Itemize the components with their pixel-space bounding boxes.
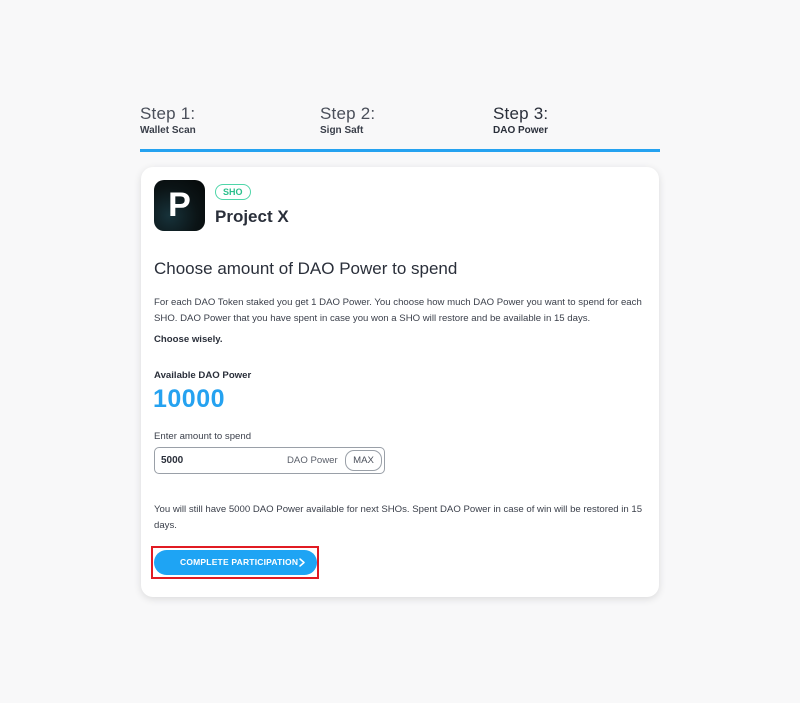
step-subtitle: Sign Saft — [320, 125, 364, 136]
max-button[interactable]: MAX — [345, 450, 382, 471]
chevron-right-icon — [299, 558, 305, 567]
available-power-value: 10000 — [153, 385, 226, 413]
amount-input[interactable] — [161, 452, 271, 468]
step-title: Step 2: — [320, 104, 376, 123]
participation-card: P SHO Project X Choose amount of DAO Pow… — [141, 167, 659, 597]
step-subtitle: DAO Power — [493, 125, 549, 136]
step-progress-line — [140, 149, 660, 152]
step-title: Step 1: — [140, 104, 196, 123]
step-title: Step 3: — [493, 104, 549, 123]
complete-participation-label: COMPLETE PARTICIPATION — [180, 557, 299, 567]
emphasis-text: Choose wisely. — [154, 334, 223, 345]
project-logo-letter: P — [168, 186, 191, 224]
description-text: For each DAO Token staked you get 1 DAO … — [154, 297, 642, 324]
step-dao-power: Step 3: DAO Power — [493, 104, 548, 136]
project-logo: P — [154, 180, 205, 231]
amount-unit: DAO Power — [287, 455, 338, 466]
sho-badge: SHO — [215, 184, 251, 200]
stepper: Step 1: Wallet Scan Step 2: Sign Saft St… — [140, 104, 660, 152]
amount-label: Enter amount to spend — [154, 431, 252, 442]
section-heading: Choose amount of DAO Power to spend — [154, 259, 458, 278]
step-wallet-scan: Step 1: Wallet Scan — [140, 104, 196, 136]
remaining-power-text: You will still have 5000 DAO Power avail… — [154, 504, 643, 531]
step-sign-saft: Step 2: Sign Saft — [320, 104, 375, 136]
complete-participation-button[interactable]: COMPLETE PARTICIPATION — [154, 550, 317, 575]
step-subtitle: Wallet Scan — [140, 125, 196, 136]
project-name: Project X — [215, 207, 289, 226]
amount-field: DAO Power MAX — [154, 447, 385, 474]
available-power-label: Available DAO Power — [154, 370, 252, 381]
